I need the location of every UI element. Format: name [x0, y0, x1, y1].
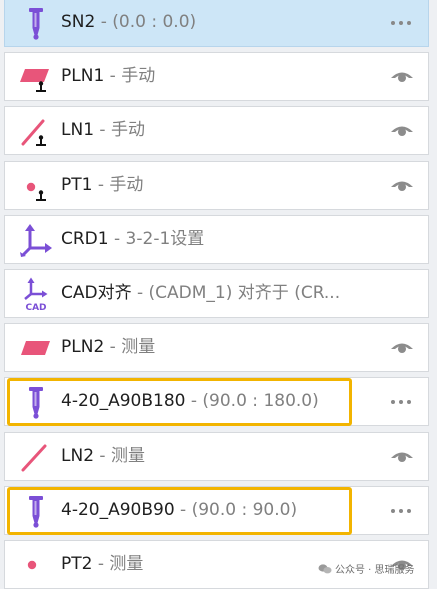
- feature-separator: -: [104, 337, 122, 357]
- visibility-eye-icon[interactable]: [390, 338, 414, 356]
- feature-detail: (90.0 : 180.0): [202, 391, 319, 411]
- coordinate-system-icon: [19, 222, 53, 258]
- feature-row[interactable]: 4-20_A90B90 - (90.0 : 90.0): [4, 486, 429, 535]
- feature-label: CAD对齐 - (CADM_1) 对齐于 (CR...: [61, 270, 340, 317]
- feature-separator: -: [94, 446, 111, 466]
- feature-label: LN2 - 测量: [61, 433, 145, 480]
- feature-separator: -: [92, 175, 110, 195]
- cad-alignment-icon: CAD: [19, 276, 53, 312]
- feature-detail: (CADM_1) 对齐于 (CR...: [148, 283, 341, 303]
- feature-label: PT2 - 测量: [61, 541, 143, 588]
- feature-name: PLN1: [61, 66, 105, 86]
- feature-name: LN2: [61, 446, 95, 466]
- visibility-eye-icon[interactable]: [390, 447, 414, 465]
- feature-separator: -: [95, 12, 113, 32]
- feature-detail: 测量: [121, 337, 156, 357]
- line-icon: [19, 439, 53, 475]
- feature-separator: -: [94, 120, 111, 140]
- feature-row[interactable]: CRD1 - 3-2-1设置: [4, 215, 429, 264]
- watermark: 公众号 · 思瑞服务: [318, 561, 415, 576]
- wechat-logo-icon: [318, 563, 332, 574]
- feature-row[interactable]: LN2 - 测量: [4, 432, 429, 481]
- feature-label: LN1 - 手动: [61, 107, 145, 154]
- feature-label: PT1 - 手动: [61, 162, 143, 209]
- feature-separator: -: [92, 554, 110, 574]
- point-icon: [19, 547, 53, 583]
- feature-separator: -: [174, 500, 192, 520]
- feature-name: 4-20_A90B180: [61, 391, 186, 411]
- line-manual-icon: [19, 113, 53, 149]
- feature-row[interactable]: PLN2 - 测量: [4, 323, 429, 372]
- feature-detail: 3-2-1设置: [125, 229, 205, 249]
- feature-label: CRD1 - 3-2-1设置: [61, 216, 204, 263]
- feature-row[interactable]: PT1 - 手动: [4, 161, 429, 210]
- visibility-eye-icon[interactable]: [390, 121, 414, 139]
- more-options-icon[interactable]: [390, 399, 412, 405]
- feature-detail: (90.0 : 90.0): [191, 500, 298, 520]
- feature-detail: 测量: [110, 446, 145, 466]
- feature-label: SN2 - (0.0 : 0.0): [61, 0, 196, 46]
- point-manual-icon: [19, 168, 53, 204]
- probe-icon: [19, 384, 53, 420]
- feature-name: CRD1: [61, 229, 109, 249]
- more-options-icon[interactable]: [390, 508, 412, 514]
- feature-label: PLN2 - 测量: [61, 324, 155, 371]
- feature-name: LN1: [61, 120, 95, 140]
- feature-row[interactable]: CAD CAD对齐 - (CADM_1) 对齐于 (CR...: [4, 269, 429, 318]
- feature-separator: -: [185, 391, 203, 411]
- watermark-text: 公众号 · 思瑞服务: [335, 565, 415, 576]
- visibility-eye-icon[interactable]: [390, 67, 414, 85]
- plane-icon: [19, 330, 53, 366]
- feature-detail: 手动: [121, 66, 156, 86]
- svg-text:CAD: CAD: [25, 303, 46, 312]
- feature-label: PLN1 - 手动: [61, 53, 155, 100]
- feature-detail: 手动: [109, 175, 144, 195]
- feature-name: SN2: [61, 12, 96, 32]
- feature-row[interactable]: SN2 - (0.0 : 0.0): [4, 0, 429, 47]
- feature-list: SN2 - (0.0 : 0.0) PLN1 - 手动 LN1 - 手动 PT1 - …: [0, 0, 437, 589]
- feature-separator: -: [131, 283, 149, 303]
- feature-detail: 手动: [110, 120, 145, 140]
- plane-manual-icon: [19, 59, 53, 95]
- feature-name: 4-20_A90B90: [61, 500, 175, 520]
- feature-row[interactable]: PLN1 - 手动: [4, 52, 429, 101]
- more-options-icon[interactable]: [390, 20, 412, 26]
- feature-row[interactable]: LN1 - 手动: [4, 106, 429, 155]
- visibility-eye-icon[interactable]: [390, 176, 414, 194]
- feature-name: PT1: [61, 175, 93, 195]
- feature-detail: 测量: [109, 554, 144, 574]
- probe-icon: [19, 5, 53, 41]
- feature-separator: -: [108, 229, 126, 249]
- feature-name: PT2: [61, 554, 93, 574]
- feature-row[interactable]: 4-20_A90B180 - (90.0 : 180.0): [4, 377, 429, 426]
- feature-label: 4-20_A90B180 - (90.0 : 180.0): [61, 378, 319, 425]
- feature-name: PLN2: [61, 337, 105, 357]
- feature-label: 4-20_A90B90 - (90.0 : 90.0): [61, 487, 297, 534]
- feature-separator: -: [104, 66, 122, 86]
- probe-icon: [19, 493, 53, 529]
- feature-detail: (0.0 : 0.0): [112, 12, 197, 32]
- feature-name: CAD对齐: [61, 283, 132, 303]
